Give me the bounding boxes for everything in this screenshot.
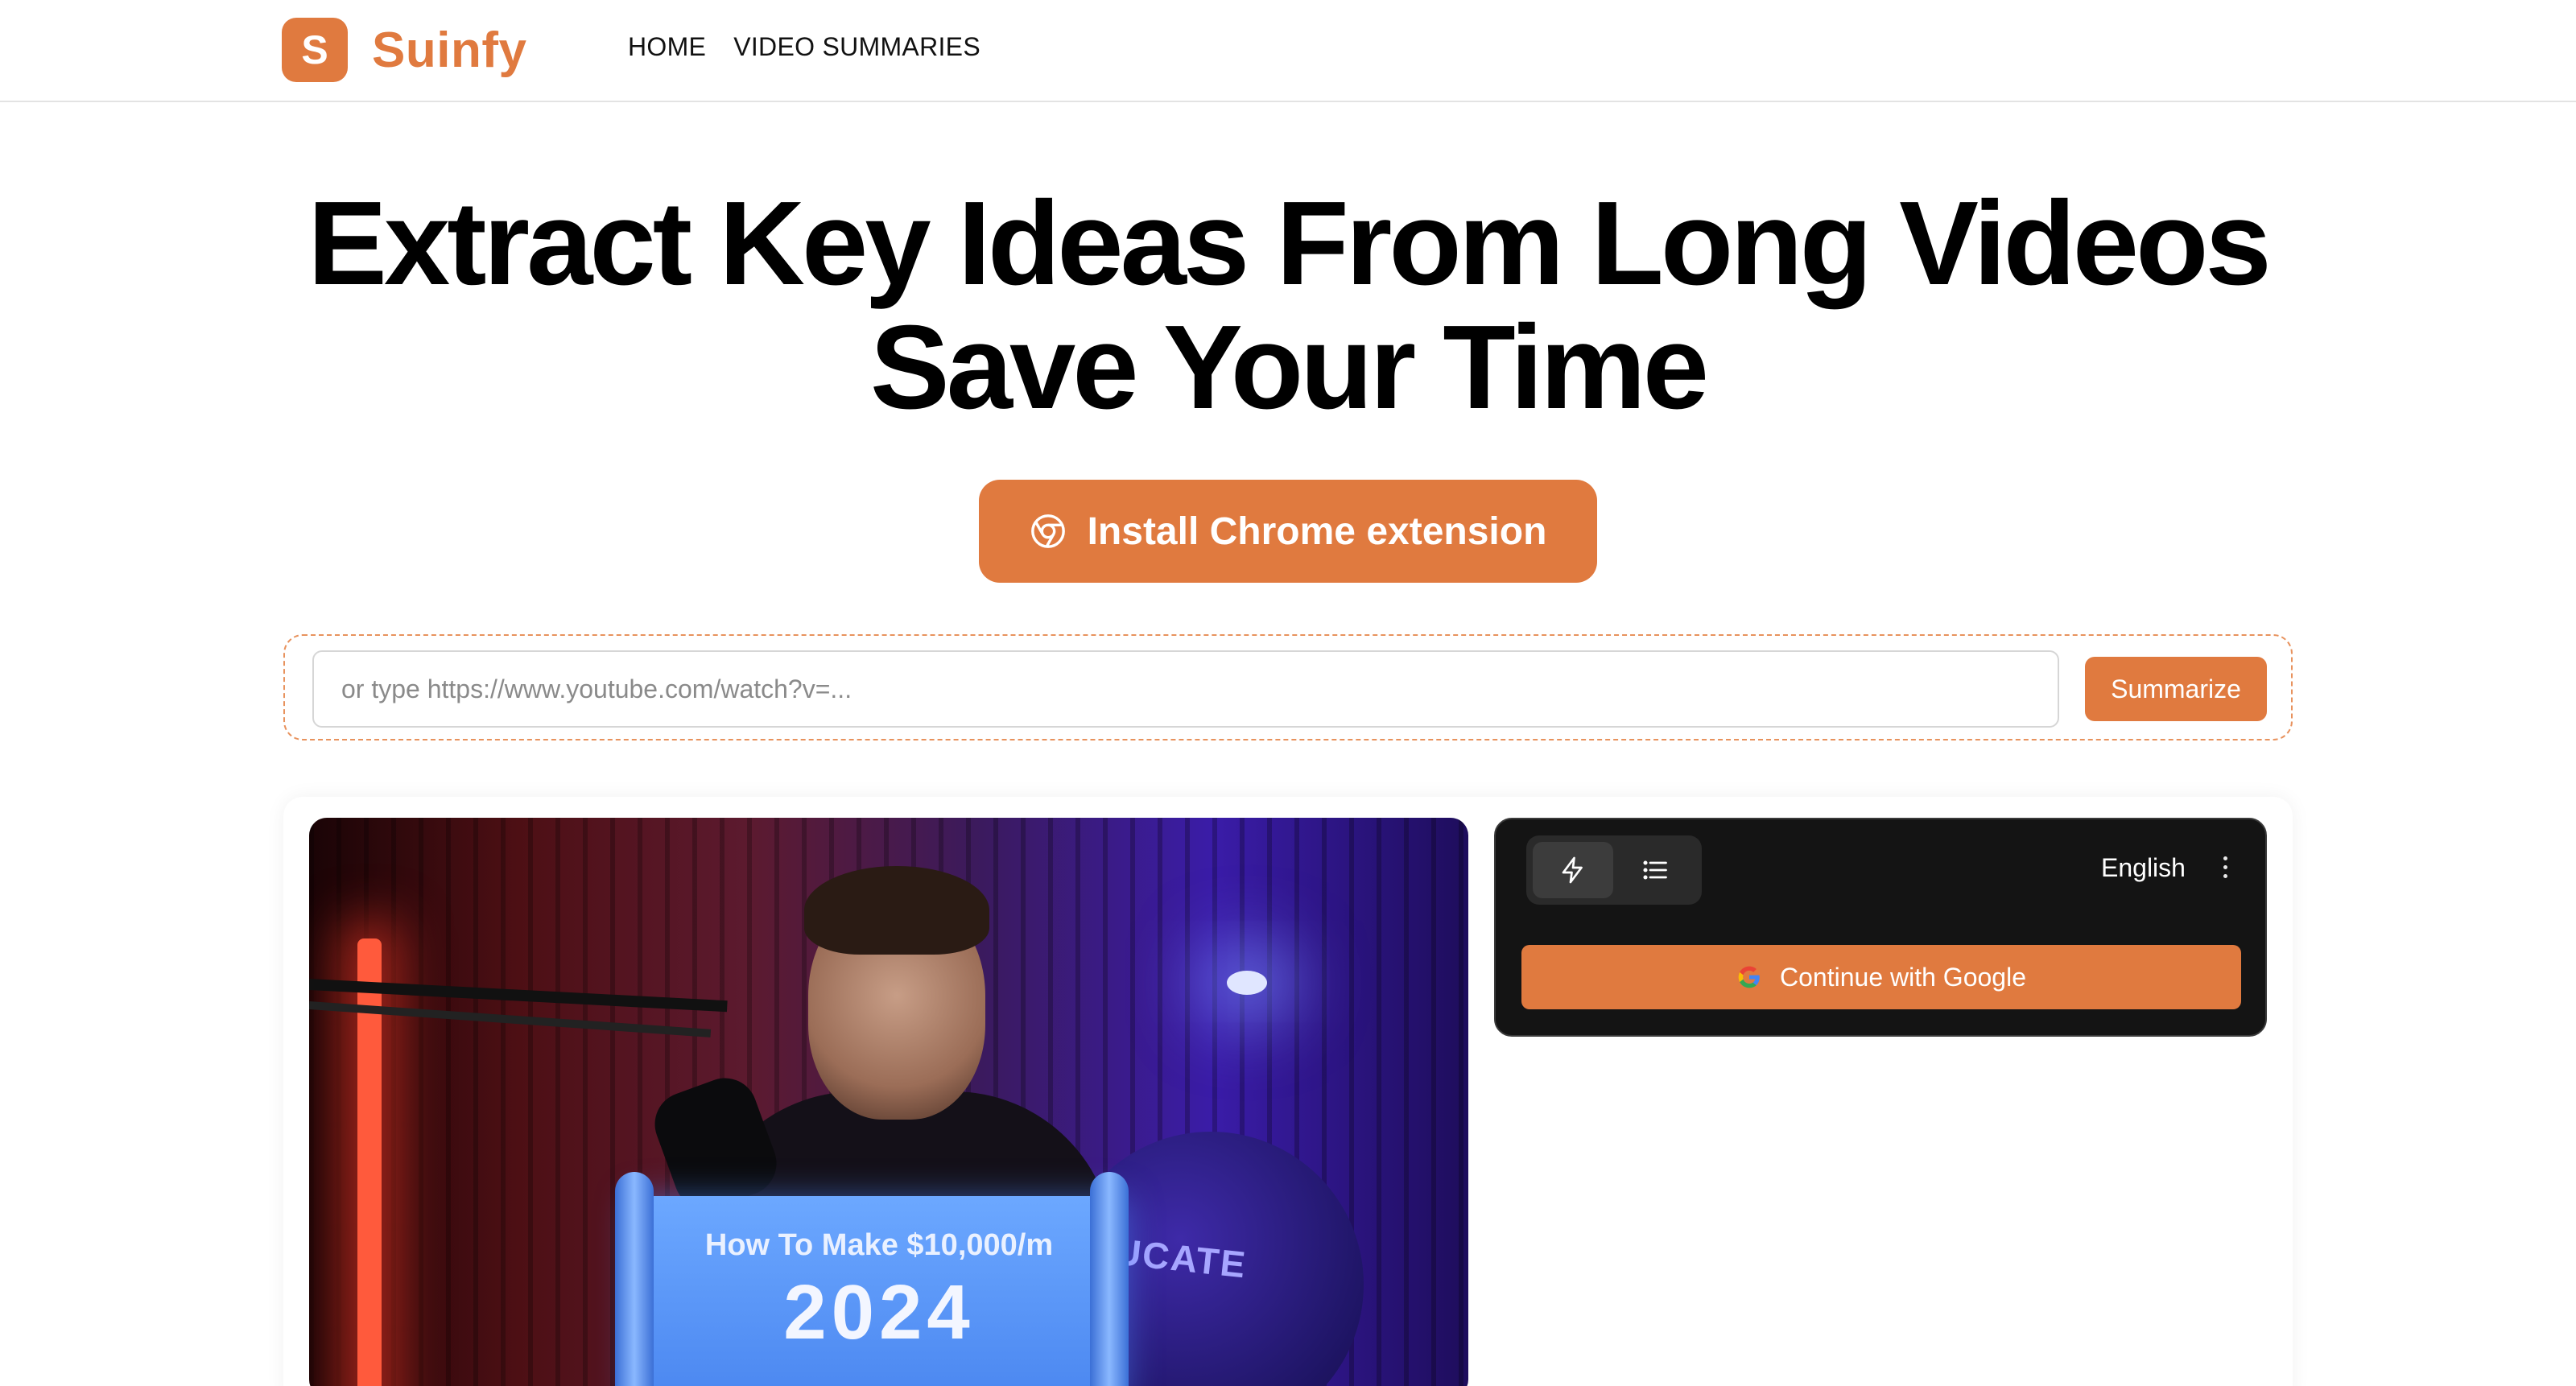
continue-with-google-button[interactable]: Continue with Google: [1521, 945, 2241, 1009]
url-search-box: Summarize: [283, 634, 2293, 740]
hero-title-line1: Extract Key Ideas From Long Videos: [308, 177, 2272, 310]
chrome-icon: [1030, 514, 1065, 548]
logo-link[interactable]: S Suinfy: [282, 18, 526, 82]
banner-year: 2024: [783, 1269, 975, 1355]
site-header: S Suinfy HOME VIDEO SUMMARIES: [0, 0, 2576, 102]
logo-icon: S: [282, 18, 348, 82]
main-nav: HOME VIDEO SUMMARIES: [628, 32, 980, 62]
language-selector[interactable]: English: [2101, 853, 2186, 883]
summary-panel: English Continue with Google: [1494, 818, 2267, 1037]
list-icon: [1643, 860, 1667, 880]
hero-title: Extract Key Ideas From Long Videos Save …: [0, 182, 2576, 430]
lightning-mode-button[interactable]: [1533, 842, 1613, 898]
google-icon: [1738, 966, 1760, 988]
lightning-icon: [1562, 856, 1583, 884]
install-extension-label: Install Chrome extension: [1087, 509, 1547, 553]
summarize-button[interactable]: Summarize: [2085, 657, 2267, 721]
presenter-hair: [804, 866, 989, 955]
nav-video-summaries[interactable]: VIDEO SUMMARIES: [733, 32, 980, 62]
brand-name: Suinfy: [372, 22, 527, 78]
list-mode-button[interactable]: [1615, 842, 1695, 898]
banner-caption: How To Make $10,000/m: [704, 1228, 1054, 1262]
continue-with-google-label: Continue with Google: [1780, 962, 2026, 992]
video-url-input[interactable]: [312, 650, 2059, 728]
install-extension-button[interactable]: Install Chrome extension: [979, 480, 1597, 583]
lamp: [1227, 971, 1267, 995]
video-player[interactable]: UCATE How To Make $10,000/m 2024: [309, 818, 1468, 1386]
more-options-icon[interactable]: [2215, 847, 2235, 887]
hero-title-line2: Save Your Time: [869, 301, 1709, 434]
mode-toggle: [1526, 835, 1702, 905]
nav-home[interactable]: HOME: [628, 32, 706, 62]
